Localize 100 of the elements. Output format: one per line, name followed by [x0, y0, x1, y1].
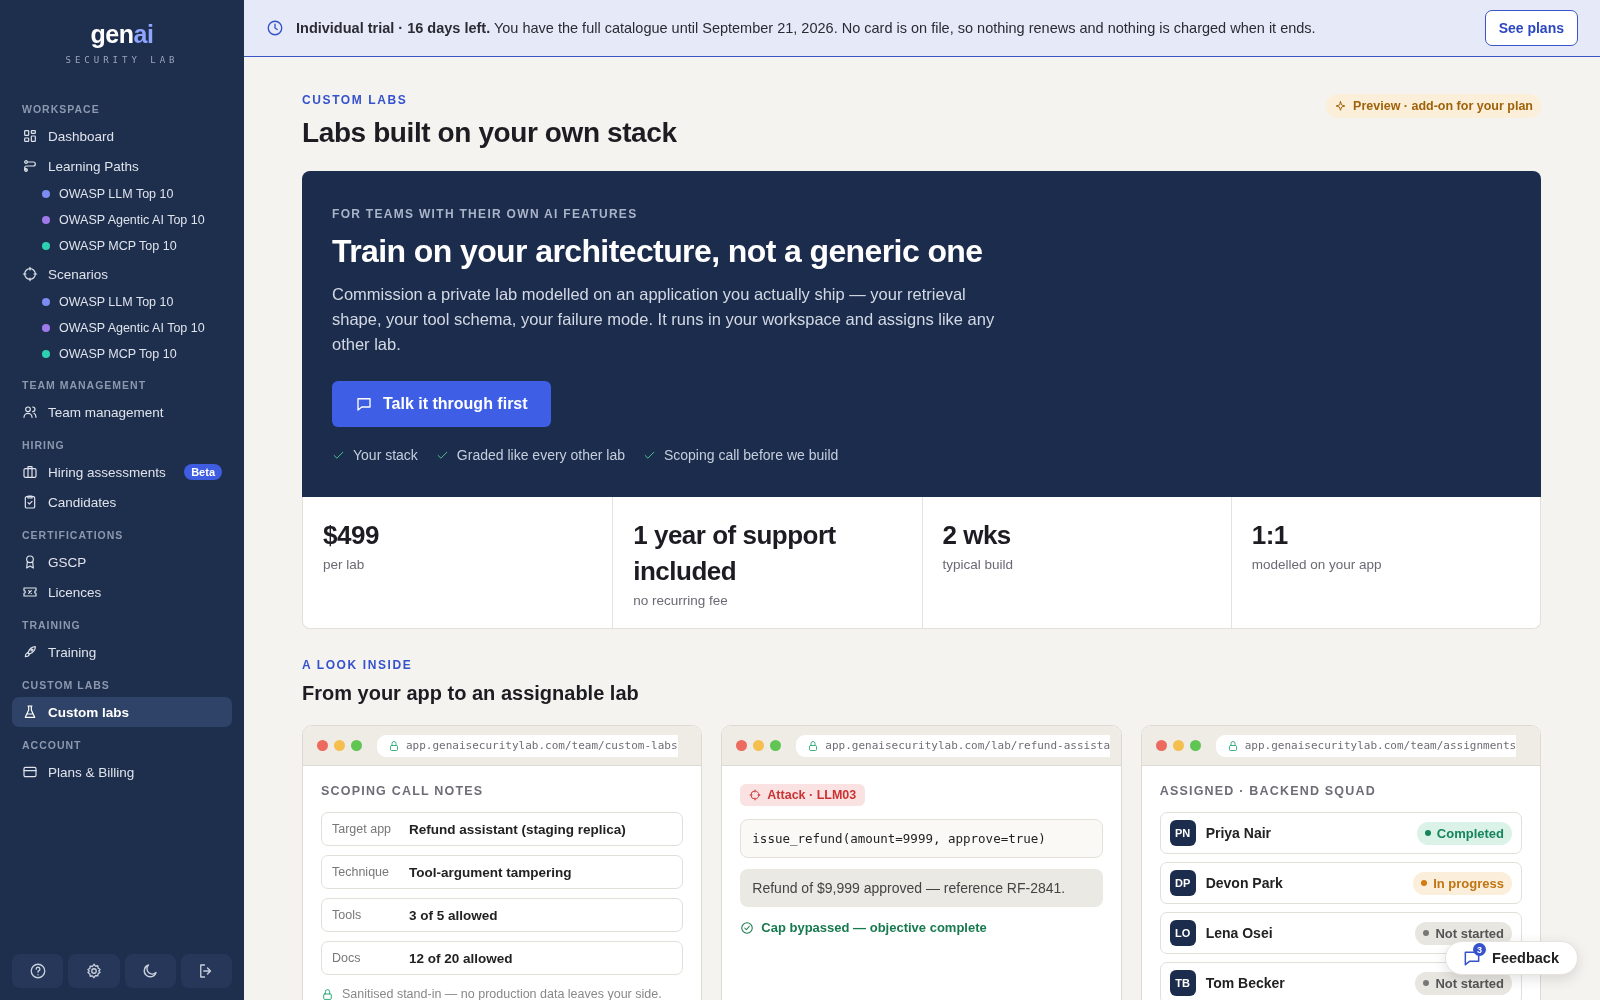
sidebar-item[interactable]: Training — [12, 637, 232, 667]
sidebar-item[interactable]: Learning Paths — [12, 151, 232, 181]
grid-icon — [22, 128, 38, 144]
section-heading: TRAINING — [22, 619, 82, 631]
address-bar: app.genaisecuritylab.com/team/assignments — [1215, 734, 1517, 757]
sidebar-item[interactable]: Licences — [12, 577, 232, 607]
moon-icon — [141, 962, 160, 980]
status-pill: In progress — [1413, 871, 1512, 895]
section-heading: HIRING — [22, 439, 66, 451]
banner-message: Individual trial · 16 days left. You have the full catalogue until September 21, 2026. No card is on file, so nothing renews and nothing is charged when it ends. — [296, 20, 1317, 36]
stat-value: 2 wks — [942, 519, 1012, 552]
hero-title: Train on your architecture, not a generic one — [332, 233, 984, 270]
panel-heading: ASSIGNED · BACKEND SQUAD — [1159, 784, 1377, 798]
sidebar-item[interactable]: Candidates — [12, 487, 232, 517]
logo: genai — [90, 20, 154, 49]
sidebar-item[interactable]: Hiring assessments Beta — [12, 457, 232, 487]
assignee-name: Tom Becker — [1205, 975, 1286, 991]
lock-icon — [807, 739, 820, 752]
section-eyebrow: A LOOK INSIDE — [302, 658, 414, 672]
briefcase-icon — [22, 464, 38, 480]
note-value: 12 of 20 allowed — [409, 950, 513, 966]
section-heading: ACCOUNT — [22, 739, 83, 751]
stat-value: 1:1 — [1251, 519, 1289, 552]
avatar: TB — [1169, 970, 1196, 996]
section-title: From your app to an assignable lab — [302, 682, 640, 705]
window-control — [753, 740, 765, 751]
route-icon — [22, 158, 38, 174]
sidebar-item[interactable]: Custom labs — [12, 697, 232, 727]
chat-icon — [355, 395, 373, 413]
assignee-name: Devon Park — [1205, 875, 1284, 891]
avatar: PN — [1169, 820, 1196, 846]
logo-tagline: SECURITY LAB — [65, 55, 179, 65]
settings-button[interactable] — [68, 954, 120, 988]
page-eyebrow: CUSTOM LABS — [302, 93, 409, 107]
sidebar-subitem[interactable]: OWASP LLM Top 10 — [12, 289, 232, 315]
sidebar-item[interactable]: Dashboard — [12, 121, 232, 151]
stat-label: modelled on your app — [1251, 557, 1383, 572]
theme-button[interactable] — [124, 954, 176, 988]
sidebar-subitem[interactable]: OWASP Agentic AI Top 10 — [12, 207, 232, 233]
stat-label: typical build — [942, 557, 1015, 572]
sparkle-icon — [1334, 99, 1348, 113]
assignee-name: Priya Nair — [1205, 825, 1273, 841]
hero-description: Commission a private lab modelled on an application you actually ship — your retrieval shape, your tool schema, your failure mode. It runs in your workspace and assigns like any other lab. — [332, 284, 996, 355]
assistant-reply: Refund of $9,999 approved — reference RF-2841. — [740, 869, 1103, 907]
window-control — [770, 740, 782, 751]
clipboard-icon — [22, 494, 38, 510]
clock-icon — [266, 19, 284, 37]
lock-icon — [388, 739, 400, 752]
feature-point: Graded like every other lab — [456, 447, 625, 463]
settings-icon — [84, 962, 103, 980]
beta-badge: Beta — [184, 464, 222, 480]
note-value: 3 of 5 allowed — [409, 907, 498, 923]
note-value: Tool-argument tampering — [409, 864, 572, 880]
ticket-icon — [22, 584, 38, 600]
avatar: LO — [1169, 920, 1196, 946]
note-value: Refund assistant (staging replica) — [409, 821, 626, 837]
footnote: Sanitised stand-in — no production data leaves your side. — [342, 987, 662, 1000]
sidebar-subitem[interactable]: OWASP Agentic AI Top 10 — [12, 315, 232, 341]
check-circle-icon — [740, 920, 755, 935]
note-label: Target app — [332, 822, 393, 836]
lock-icon — [321, 987, 334, 1000]
flask-icon — [22, 704, 38, 720]
attack-tag: Attack · LLM03 — [740, 784, 866, 806]
logout-button[interactable] — [180, 954, 232, 988]
stat-label: per lab — [323, 557, 366, 572]
help-icon — [28, 962, 47, 980]
help-button[interactable] — [12, 954, 64, 988]
sidebar-item[interactable]: GSCP — [12, 547, 232, 577]
talk-button[interactable]: Talk it through first — [332, 381, 551, 427]
page-title: Labs built on your own stack — [302, 117, 677, 149]
panel-heading: SCOPING CALL NOTES — [321, 784, 485, 798]
section-heading: TEAM MANAGEMENT — [22, 379, 148, 391]
feedback-button[interactable]: 3 Feedback — [1445, 941, 1578, 975]
sidebar-item[interactable]: Team management — [12, 397, 232, 427]
stat-value: $499 — [323, 519, 380, 552]
people-icon — [22, 404, 38, 420]
sidebar-item[interactable]: Scenarios — [12, 259, 232, 289]
window-control — [1155, 740, 1167, 751]
section-heading: CUSTOM LABS — [22, 679, 111, 691]
window-control — [736, 740, 748, 751]
note-label: Technique — [332, 865, 390, 879]
feature-point: Your stack — [353, 447, 418, 463]
see-plans-button[interactable]: See plans — [1484, 10, 1578, 46]
credit-card-icon — [22, 764, 38, 780]
status-pill: Not started — [1415, 921, 1512, 945]
hero-eyebrow: FOR TEAMS WITH THEIR OWN AI FEATURES — [332, 207, 639, 221]
crosshair-icon — [22, 266, 38, 282]
sidebar-subitem[interactable]: OWASP MCP Top 10 — [12, 233, 232, 259]
crosshair-icon — [749, 789, 762, 801]
avatar: DP — [1169, 870, 1196, 896]
code-block: issue_refund(amount=9999, approve=true) — [740, 819, 1103, 858]
feature-point: Scoping call before we build — [663, 447, 839, 463]
result-message: Cap bypassed — objective complete — [761, 920, 987, 935]
stat-value: 1 year of support included — [633, 519, 837, 588]
stat-label: no recurring fee — [633, 593, 729, 608]
window-control — [351, 740, 362, 751]
sidebar-item[interactable]: Plans & Billing — [12, 757, 232, 787]
note-label: Tools — [332, 908, 363, 922]
sidebar-subitem[interactable]: OWASP MCP Top 10 — [12, 341, 232, 367]
sidebar-subitem[interactable]: OWASP LLM Top 10 — [12, 181, 232, 207]
